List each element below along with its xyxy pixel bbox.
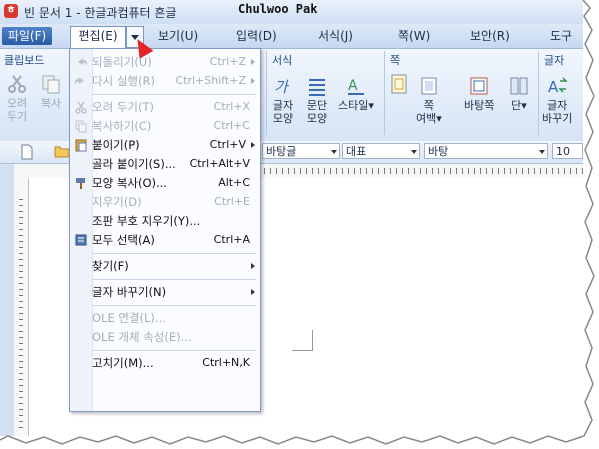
torn-edge-border: [0, 0, 599, 449]
